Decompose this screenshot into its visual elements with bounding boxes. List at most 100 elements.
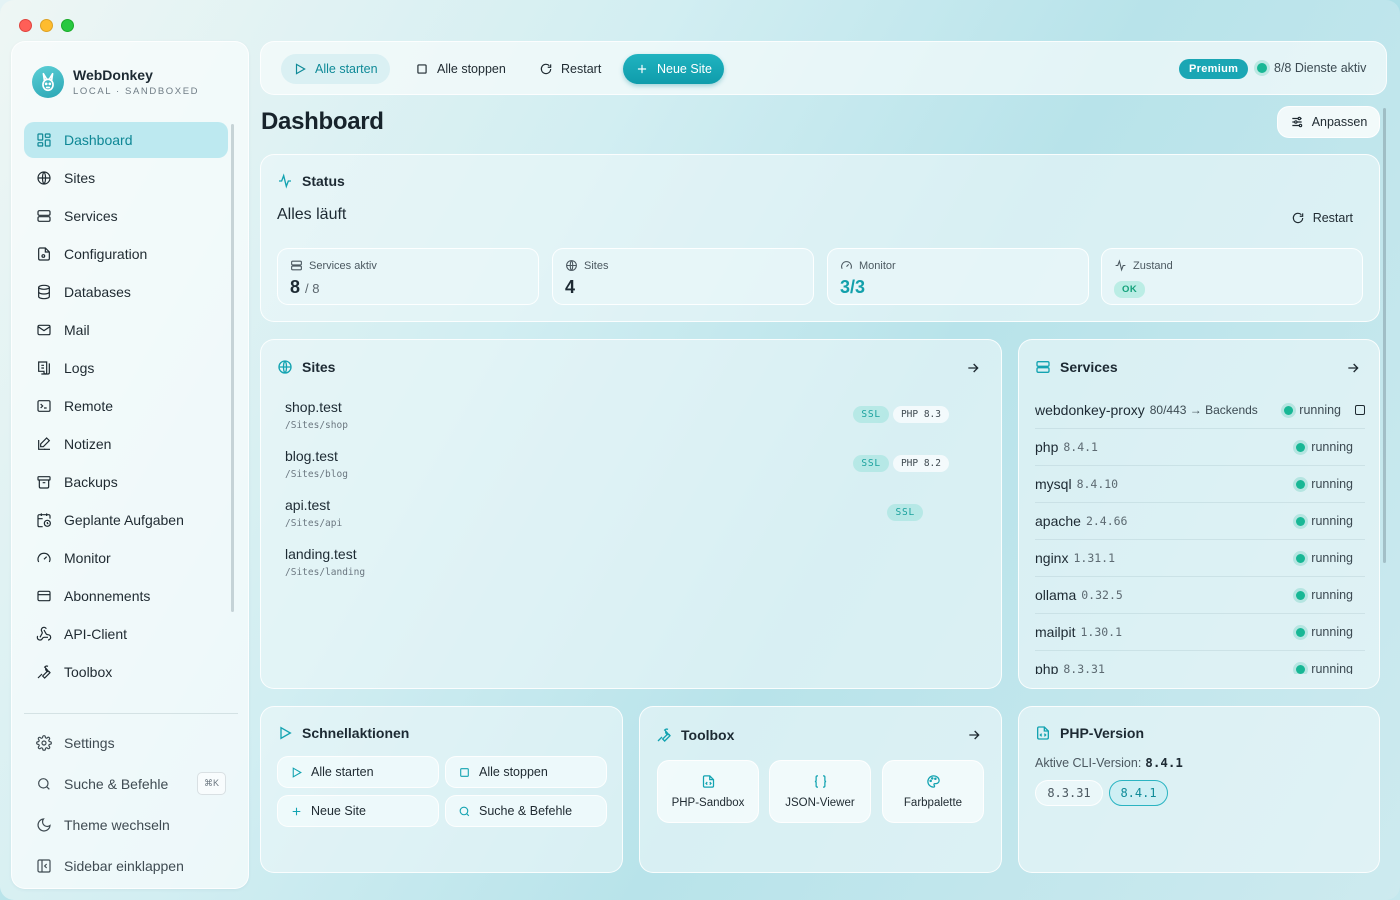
sidebar-item-configuration[interactable]: Configuration: [24, 236, 228, 272]
service-row[interactable]: php 8.3.31 running: [1035, 651, 1365, 674]
status-restart-button[interactable]: Restart: [1291, 211, 1353, 225]
arrow-right-icon[interactable]: [966, 727, 982, 743]
server-icon: [37, 210, 51, 222]
sidebar-item-services[interactable]: Services: [24, 198, 228, 234]
status-card-title: Status: [302, 173, 345, 189]
service-state: running: [1296, 440, 1353, 454]
tool-color-palette[interactable]: Farbpalette: [882, 760, 984, 823]
sidebar-item-monitor[interactable]: Monitor: [24, 540, 228, 576]
sidebar-scrollbar[interactable]: [231, 124, 234, 612]
stat-monitor: Monitor 3/3: [827, 248, 1089, 305]
minimize-window-button[interactable]: [40, 19, 53, 32]
play-icon: [292, 766, 302, 778]
service-row[interactable]: mailpit 1.30.1 running: [1035, 614, 1365, 651]
sidebar-item-abonnements[interactable]: Abonnements: [24, 578, 228, 614]
restart-button[interactable]: Restart: [527, 54, 613, 84]
status-card: Status Alles läuft Restart Services akti…: [260, 154, 1380, 322]
service-state-text: running: [1311, 588, 1353, 602]
quick-search-button[interactable]: Suche & Befehle: [445, 795, 607, 827]
toolbox-card: Toolbox PHP-Sandbox JSON-Viewer Farbpale…: [639, 706, 1002, 873]
sidebar-item-label: Toolbox: [64, 664, 113, 680]
sidebar-item-remote[interactable]: Remote: [24, 388, 228, 424]
service-row[interactable]: nginx 1.31.1 running: [1035, 540, 1365, 577]
new-site-label: Neue Site: [657, 62, 712, 76]
php-version-title: PHP-Version: [1060, 725, 1145, 741]
site-row[interactable]: api.test /Sites/api SSL: [285, 497, 975, 542]
site-badges: SSL: [887, 504, 923, 521]
service-state-text: running: [1311, 662, 1353, 674]
quick-action-label: Alle starten: [311, 765, 374, 779]
settings-button[interactable]: Settings: [24, 722, 228, 763]
service-row[interactable]: webdonkey-proxy 80/443 → Backends runnin…: [1035, 392, 1365, 429]
sidebar-item-sites[interactable]: Sites: [24, 160, 228, 196]
stat-health: Zustand OK: [1101, 248, 1363, 305]
sidebar-item-label: Sites: [64, 170, 96, 186]
sidebar-item-label: Notizen: [64, 436, 112, 452]
sidebar-collapse-button[interactable]: Sidebar einklappen: [24, 845, 228, 886]
service-row[interactable]: ollama 0.32.5 running: [1035, 577, 1365, 614]
sidebar-item-mail[interactable]: Mail: [24, 312, 228, 348]
service-stop-button[interactable]: [1355, 405, 1365, 415]
sidebar-item-logs[interactable]: Logs: [24, 350, 228, 386]
arrow-right-icon[interactable]: [965, 360, 981, 376]
terminal-icon: [37, 400, 51, 412]
sidebar-item-label: Geplante Aufgaben: [64, 512, 184, 528]
activity-icon: [1115, 259, 1126, 272]
php-version-chip[interactable]: 8.3.31: [1035, 780, 1103, 806]
search-commands-button[interactable]: Suche & Befehle ⌘K: [24, 763, 228, 804]
premium-badge[interactable]: Premium: [1179, 59, 1249, 79]
start-all-button[interactable]: Alle starten: [281, 54, 390, 84]
service-row[interactable]: php 8.4.1 running: [1035, 429, 1365, 466]
sidebar-nav: Dashboard Sites Services Configuration D…: [24, 122, 228, 692]
php-version-chip-active[interactable]: 8.4.1: [1109, 780, 1168, 806]
sidebar-item-geplante-aufgaben[interactable]: Geplante Aufgaben: [24, 502, 228, 538]
service-row[interactable]: mysql 8.4.10 running: [1035, 466, 1365, 503]
service-version: 1.31.1: [1073, 551, 1116, 565]
service-row[interactable]: apache 2.4.66 running: [1035, 503, 1365, 540]
sidebar-item-dashboard[interactable]: Dashboard: [24, 122, 228, 158]
moon-icon: [37, 817, 51, 832]
service-state: running: [1296, 662, 1353, 674]
tool-label: JSON-Viewer: [785, 797, 855, 809]
stop-all-button[interactable]: Alle stoppen: [403, 54, 518, 84]
donkey-logo-icon: [32, 66, 64, 98]
sidebar-item-backups[interactable]: Backups: [24, 464, 228, 500]
sidebar-item-label: Mail: [64, 322, 90, 338]
php-version-header: PHP-Version: [1035, 725, 1144, 741]
tool-json-viewer[interactable]: JSON-Viewer: [769, 760, 871, 823]
tool-php-sandbox[interactable]: PHP-Sandbox: [657, 760, 759, 823]
server-icon: [1036, 361, 1050, 373]
site-row[interactable]: landing.test /Sites/landing: [285, 546, 975, 591]
site-row[interactable]: blog.test /Sites/blog SSL PHP 8.2: [285, 448, 975, 493]
stop-icon: [417, 64, 427, 74]
zoom-window-button[interactable]: [61, 19, 74, 32]
customize-button[interactable]: Anpassen: [1277, 106, 1380, 138]
new-site-button[interactable]: Neue Site: [623, 54, 724, 84]
arrow-right-icon[interactable]: [1345, 360, 1361, 376]
quick-action-label: Neue Site: [311, 804, 366, 818]
quick-new-site-button[interactable]: Neue Site: [277, 795, 439, 827]
logs-icon: [38, 361, 50, 375]
sites-card-header: Sites: [277, 359, 335, 375]
service-state-text: running: [1311, 440, 1353, 454]
quick-stop-all-button[interactable]: Alle stoppen: [445, 756, 607, 788]
search-icon: [459, 806, 470, 816]
service-state-text: running: [1311, 477, 1353, 491]
customize-label: Anpassen: [1311, 115, 1368, 129]
close-window-button[interactable]: [19, 19, 32, 32]
services-list: webdonkey-proxy 80/443 → Backends runnin…: [1035, 392, 1365, 674]
theme-toggle-button[interactable]: Theme wechseln: [24, 804, 228, 845]
sidebar-item-databases[interactable]: Databases: [24, 274, 228, 310]
sidebar-item-toolbox[interactable]: Toolbox: [24, 654, 228, 690]
globe-icon: [37, 171, 51, 185]
service-version: 2.4.66: [1085, 514, 1128, 528]
quick-start-all-button[interactable]: Alle starten: [277, 756, 439, 788]
service-ports: 80/443 → Backends: [1149, 403, 1258, 417]
sidebar-item-notizen[interactable]: Notizen: [24, 426, 228, 462]
sidebar-collapse-label: Sidebar einklappen: [64, 857, 184, 874]
main-scrollbar[interactable]: [1383, 108, 1386, 563]
service-state: running: [1284, 403, 1341, 417]
site-row[interactable]: shop.test /Sites/shop SSL PHP 8.3: [285, 399, 975, 444]
sidebar-item-api-client[interactable]: API-Client: [24, 616, 228, 652]
service-version: 0.32.5: [1081, 588, 1123, 602]
